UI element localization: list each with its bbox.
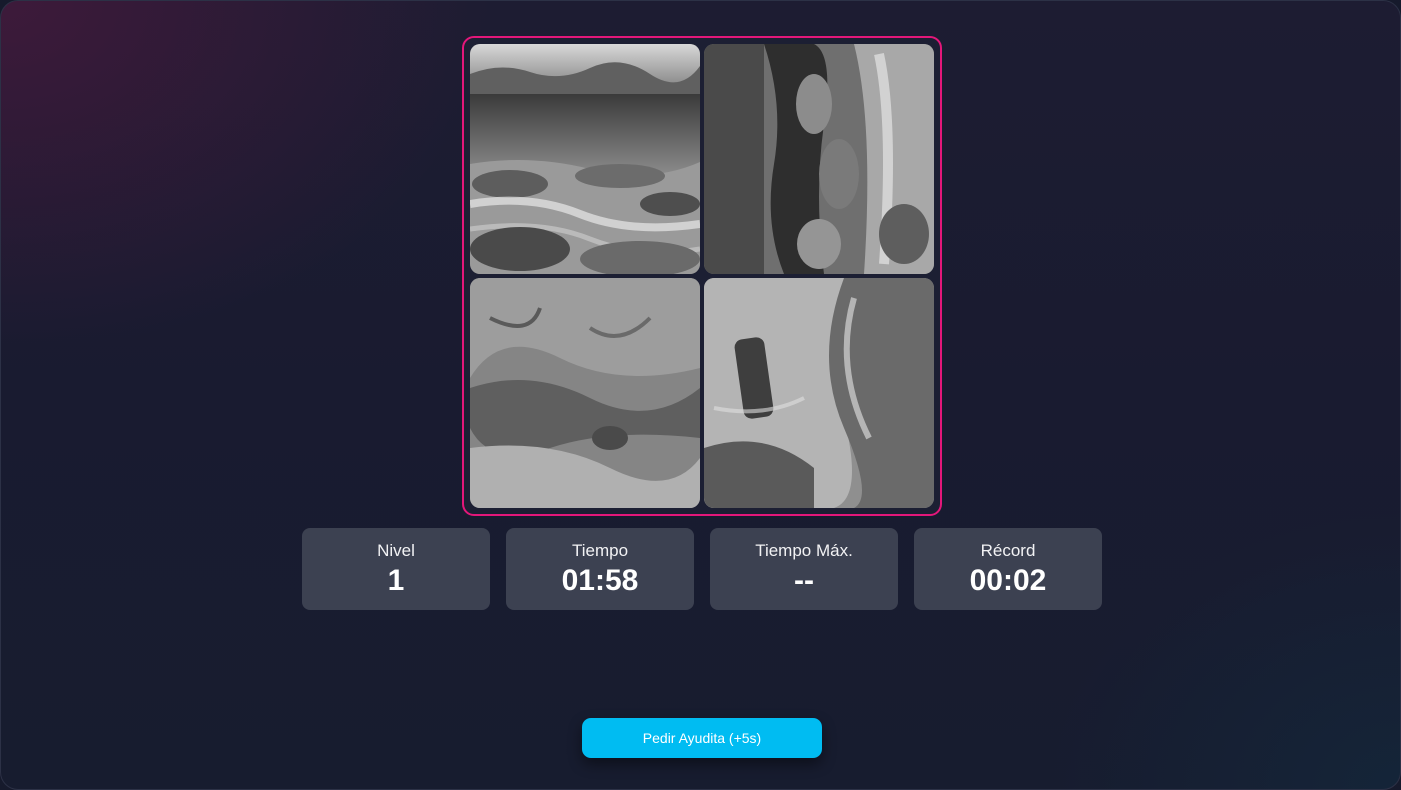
photo-tile-image (704, 278, 934, 508)
puzzle-tile[interactable] (470, 278, 700, 508)
stat-label: Nivel (377, 541, 415, 560)
help-button[interactable]: Pedir Ayudita (+5s) (582, 718, 822, 758)
stat-label: Tiempo (571, 541, 629, 560)
stat-value: 1 (387, 564, 405, 597)
photo-tile-image (470, 44, 700, 274)
puzzle-tile[interactable] (704, 44, 934, 274)
stat-card-max-time: Tiempo Máx. -- (710, 528, 898, 610)
game-screen: Nivel 1 Tiempo 01:58 Tiempo Máx. -- Réco… (0, 0, 1401, 790)
stat-value: -- (794, 564, 814, 597)
stat-value: 01:58 (561, 564, 639, 597)
stat-card-level: Nivel 1 (302, 528, 490, 610)
stat-card-record: Récord 00:02 (914, 528, 1102, 610)
stat-card-time: Tiempo 01:58 (506, 528, 694, 610)
photo-tile-image (470, 278, 700, 508)
puzzle-board (462, 36, 942, 516)
puzzle-tile[interactable] (704, 278, 934, 508)
stat-label: Récord (980, 541, 1036, 560)
stat-label: Tiempo Máx. (755, 541, 853, 560)
photo-tile-image (704, 44, 934, 274)
puzzle-tile[interactable] (470, 44, 700, 274)
stat-value: 00:02 (969, 564, 1047, 597)
